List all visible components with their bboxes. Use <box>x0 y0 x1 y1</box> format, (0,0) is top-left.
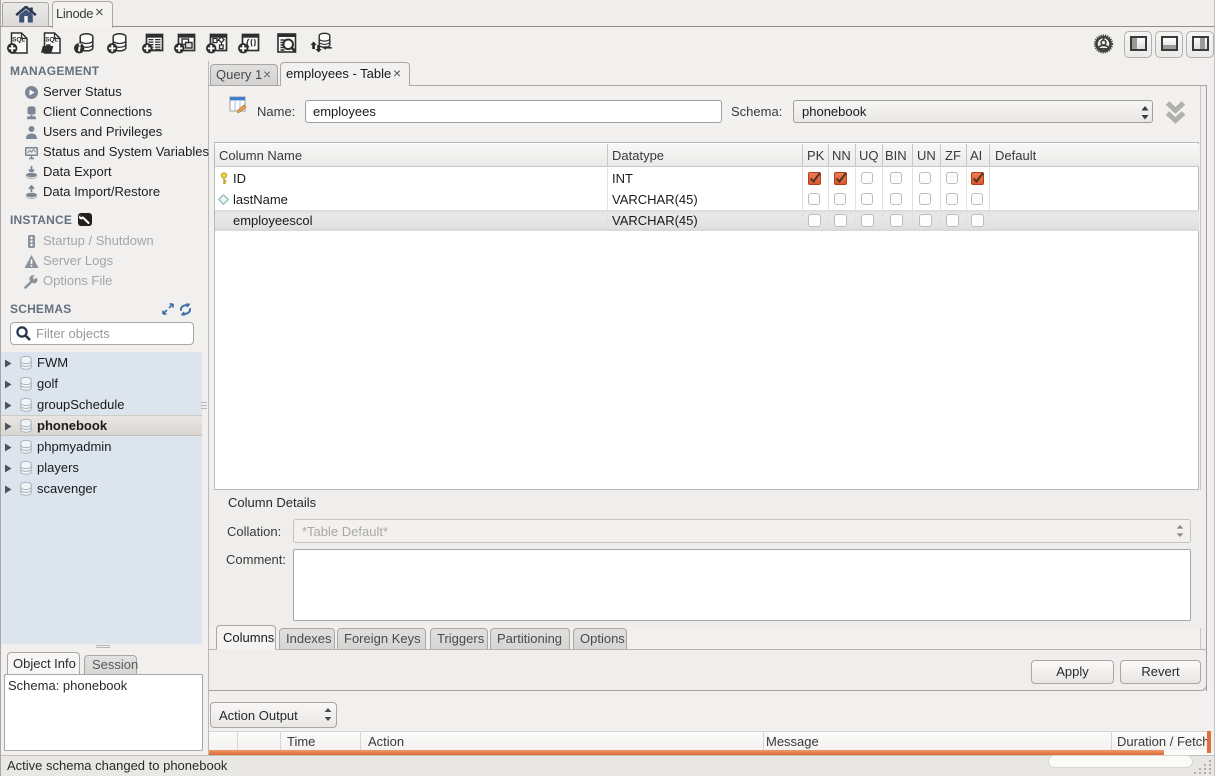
svg-text:SQL: SQL <box>45 37 58 44</box>
svg-text:SQL: SQL <box>12 37 25 44</box>
